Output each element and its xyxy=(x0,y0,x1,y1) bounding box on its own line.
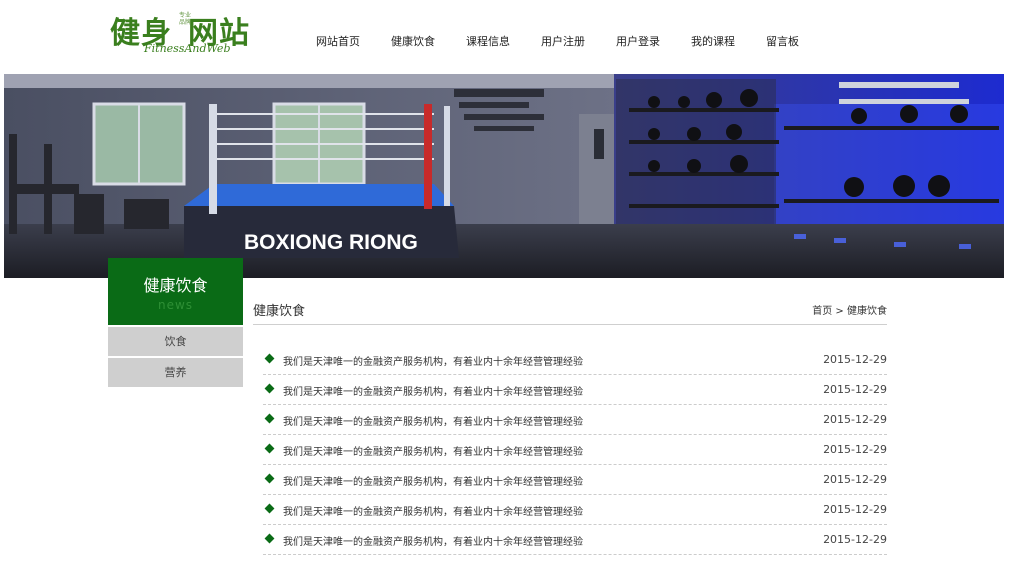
breadcrumb: 首页 > 健康饮食 xyxy=(812,302,887,317)
list-item-title[interactable]: 我们是天津唯一的金融资产服务机构，有着业内十余年经营管理经验 xyxy=(283,473,583,488)
list-item-date: 2015-12-29 xyxy=(823,533,887,546)
list-item-title[interactable]: 我们是天津唯一的金融资产服务机构，有着业内十余年经营管理经验 xyxy=(283,503,583,518)
logo-badge: 专业品牌 xyxy=(179,12,192,26)
nav-item-courses[interactable]: 课程信息 xyxy=(466,33,510,49)
breadcrumb-home[interactable]: 首页 xyxy=(812,306,832,317)
gym-banner-image: BOXIONG RIONG xyxy=(4,74,1004,278)
sidebar-header: 健康饮食 news xyxy=(108,258,243,325)
diamond-bullet-icon xyxy=(264,413,275,424)
diamond-bullet-icon xyxy=(264,473,275,484)
nav-item-home[interactable]: 网站首页 xyxy=(316,33,360,49)
list-item: 我们是天津唯一的金融资产服务机构，有着业内十余年经营管理经验 2015-12-2… xyxy=(263,495,887,525)
sidebar-item-nutrition[interactable]: 营养 xyxy=(108,358,243,387)
list-item-date: 2015-12-29 xyxy=(823,443,887,456)
list-item-title[interactable]: 我们是天津唯一的金融资产服务机构，有着业内十余年经营管理经验 xyxy=(283,353,583,368)
list-item: 我们是天津唯一的金融资产服务机构，有着业内十余年经营管理经验 2015-12-2… xyxy=(263,375,887,405)
ring-caption: BOXIONG RIONG xyxy=(244,231,418,254)
list-item-title[interactable]: 我们是天津唯一的金融资产服务机构，有着业内十余年经营管理经验 xyxy=(283,413,583,428)
sidebar-title: 健康饮食 xyxy=(143,276,208,295)
main-nav: 网站首页 健康饮食 课程信息 用户注册 用户登录 我的课程 留言板 xyxy=(316,33,830,49)
article-list: 我们是天津唯一的金融资产服务机构，有着业内十余年经营管理经验 2015-12-2… xyxy=(263,345,887,555)
logo-subtitle: FitnessAndWeb xyxy=(144,42,231,55)
diamond-bullet-icon xyxy=(264,533,275,544)
list-item-title[interactable]: 我们是天津唯一的金融资产服务机构，有着业内十余年经营管理经验 xyxy=(283,533,583,548)
list-item: 我们是天津唯一的金融资产服务机构，有着业内十余年经营管理经验 2015-12-2… xyxy=(263,525,887,555)
diamond-bullet-icon xyxy=(264,503,275,514)
sidebar-subtitle: news xyxy=(157,298,194,312)
list-item-date: 2015-12-29 xyxy=(823,383,887,396)
list-item-title[interactable]: 我们是天津唯一的金融资产服务机构，有着业内十余年经营管理经验 xyxy=(283,383,583,398)
breadcrumb-current: 健康饮食 xyxy=(847,306,887,317)
hero-banner: BOXIONG RIONG xyxy=(4,74,1004,278)
nav-item-register[interactable]: 用户注册 xyxy=(541,33,585,49)
list-item: 我们是天津唯一的金融资产服务机构，有着业内十余年经营管理经验 2015-12-2… xyxy=(263,465,887,495)
sidebar-item-diet[interactable]: 饮食 xyxy=(108,327,243,356)
site-header: 健身 网站 专业品牌 FitnessAndWeb 网站首页 健康饮食 课程信息 用… xyxy=(0,0,1014,74)
page-title: 健康饮食 xyxy=(253,304,306,319)
diamond-bullet-icon xyxy=(264,353,275,364)
list-item: 我们是天津唯一的金融资产服务机构，有着业内十余年经营管理经验 2015-12-2… xyxy=(263,405,887,435)
nav-item-my-courses[interactable]: 我的课程 xyxy=(691,33,735,49)
site-logo[interactable]: 健身 网站 专业品牌 FitnessAndWeb xyxy=(108,8,268,58)
nav-item-healthy-diet[interactable]: 健康饮食 xyxy=(391,33,435,49)
list-item-date: 2015-12-29 xyxy=(823,503,887,516)
content-header: 健康饮食 首页 > 健康饮食 xyxy=(253,298,887,325)
list-item-title[interactable]: 我们是天津唯一的金融资产服务机构，有着业内十余年经营管理经验 xyxy=(283,443,583,458)
diamond-bullet-icon xyxy=(264,383,275,394)
diamond-bullet-icon xyxy=(264,443,275,454)
nav-item-message-board[interactable]: 留言板 xyxy=(766,33,799,49)
breadcrumb-separator: > xyxy=(835,306,844,317)
list-item-date: 2015-12-29 xyxy=(823,473,887,486)
list-item-date: 2015-12-29 xyxy=(823,353,887,366)
list-item: 我们是天津唯一的金融资产服务机构，有着业内十余年经营管理经验 2015-12-2… xyxy=(263,345,887,375)
list-item: 我们是天津唯一的金融资产服务机构，有着业内十余年经营管理经验 2015-12-2… xyxy=(263,435,887,465)
list-item-date: 2015-12-29 xyxy=(823,413,887,426)
nav-item-login[interactable]: 用户登录 xyxy=(616,33,660,49)
